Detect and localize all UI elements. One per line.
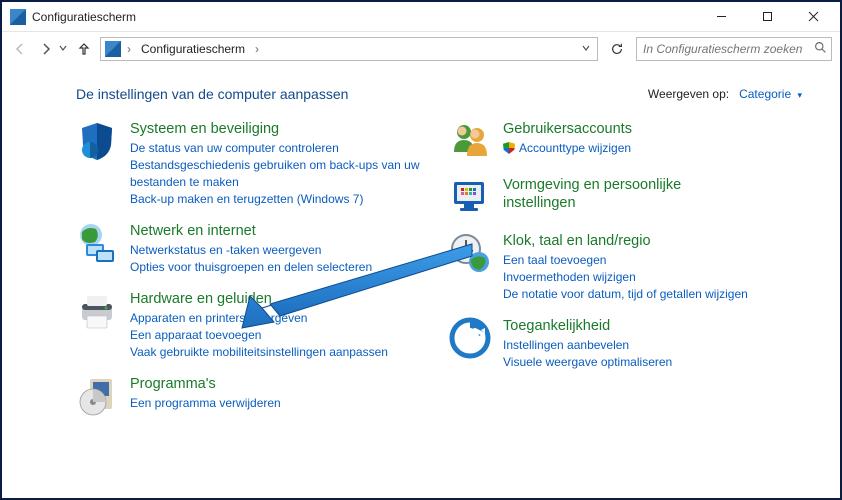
category-title[interactable]: Programma's: [130, 375, 281, 393]
category-link[interactable]: Instellingen aanbevelen: [503, 337, 672, 354]
maximize-button[interactable]: [744, 2, 790, 32]
category-title[interactable]: Klok, taal en land/regio: [503, 232, 748, 250]
page-heading: De instellingen van de computer aanpasse…: [76, 86, 648, 102]
up-button[interactable]: [74, 39, 94, 59]
category-link[interactable]: De status van uw computer controleren: [130, 140, 429, 157]
category-network-internet: Netwerk en internet Netwerkstatus en -ta…: [76, 222, 429, 276]
category-link[interactable]: Vaak gebruikte mobiliteitsinstellingen a…: [130, 344, 388, 361]
refresh-button[interactable]: [604, 37, 630, 61]
category-hardware-sound: Hardware en geluiden Apparaten en printe…: [76, 290, 429, 361]
category-title[interactable]: Toegankelijkheid: [503, 317, 672, 335]
ease-of-access-icon: [449, 317, 491, 359]
viewby-dropdown[interactable]: Categorie ▾: [739, 87, 802, 101]
category-title[interactable]: Netwerk en internet: [130, 222, 372, 240]
breadcrumb-root[interactable]: Configuratiescherm: [137, 42, 249, 56]
category-link[interactable]: Een taal toevoegen: [503, 252, 748, 269]
control-panel-icon: [105, 41, 121, 57]
close-button[interactable]: [790, 2, 836, 32]
app-icon: [10, 9, 26, 25]
viewby-value: Categorie: [739, 87, 791, 101]
content-area: De instellingen van de computer aanpasse…: [2, 66, 840, 441]
back-button[interactable]: [10, 39, 30, 59]
search-box[interactable]: [636, 37, 832, 61]
category-user-accounts: Gebruikersaccounts Accounttype wijzigen: [449, 120, 802, 162]
category-clock-language-region: Klok, taal en land/regio Een taal toevoe…: [449, 232, 802, 303]
category-title[interactable]: Gebruikersaccounts: [503, 120, 632, 138]
shield-icon: [76, 120, 118, 162]
window-title: Configuratiescherm: [32, 10, 698, 24]
personalization-icon: [449, 176, 491, 218]
category-system-security: Systeem en beveiliging De status van uw …: [76, 120, 429, 208]
chevron-down-icon: ▾: [797, 90, 802, 100]
breadcrumb-separator-icon: ›: [253, 42, 261, 56]
users-icon: [449, 120, 491, 162]
disc-box-icon: [76, 375, 118, 417]
category-title[interactable]: Hardware en geluiden: [130, 290, 388, 308]
clock-globe-icon: [449, 232, 491, 274]
category-title[interactable]: Vormgeving en persoonlijke instellingen: [503, 176, 723, 212]
category-accessibility: Toegankelijkheid Instellingen aanbevelen…: [449, 317, 802, 371]
category-link[interactable]: Accounttype wijzigen: [503, 140, 632, 157]
category-link[interactable]: Een apparaat toevoegen: [130, 327, 388, 344]
viewby-label: Weergeven op:: [648, 87, 729, 101]
category-link[interactable]: Opties voor thuisgroepen en delen select…: [130, 259, 372, 276]
category-link[interactable]: Apparaten en printers weergeven: [130, 310, 388, 327]
category-link[interactable]: Netwerkstatus en -taken weergeven: [130, 242, 372, 259]
address-bar[interactable]: › Configuratiescherm ›: [100, 37, 598, 61]
category-link[interactable]: Visuele weergave optimaliseren: [503, 354, 672, 371]
address-dropdown-button[interactable]: [577, 43, 595, 56]
category-link[interactable]: Bestandsgeschiedenis gebruiken om back-u…: [130, 157, 429, 191]
globe-network-icon: [76, 222, 118, 264]
category-link[interactable]: Invoermethoden wijzigen: [503, 269, 748, 286]
toolbar: › Configuratiescherm ›: [2, 32, 840, 66]
search-input[interactable]: [641, 41, 810, 57]
breadcrumb-separator-icon: ›: [125, 42, 133, 56]
minimize-button[interactable]: [698, 2, 744, 32]
title-bar: Configuratiescherm: [2, 2, 840, 32]
category-programs: Programma's Een programma verwijderen: [76, 375, 429, 417]
category-title[interactable]: Systeem en beveiliging: [130, 120, 429, 138]
category-link[interactable]: De notatie voor datum, tijd of getallen …: [503, 286, 748, 303]
category-appearance: Vormgeving en persoonlijke instellingen: [449, 176, 802, 218]
category-link[interactable]: Back-up maken en terugzetten (Windows 7): [130, 191, 429, 208]
category-link[interactable]: Een programma verwijderen: [130, 395, 281, 412]
printer-icon: [76, 290, 118, 332]
history-dropdown-button[interactable]: [58, 43, 68, 56]
search-icon[interactable]: [814, 41, 827, 57]
forward-button[interactable]: [36, 39, 56, 59]
